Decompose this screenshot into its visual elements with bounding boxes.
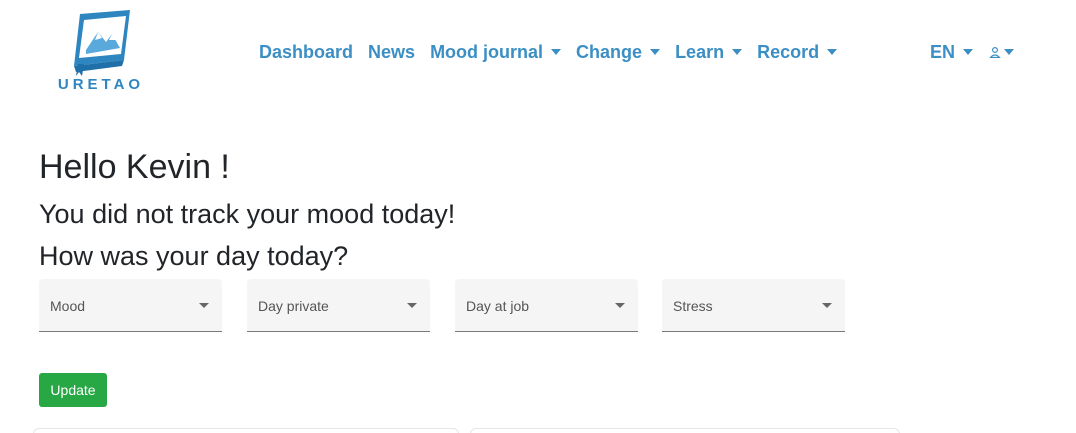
dropdown-arrow-icon (199, 303, 209, 308)
nav-item-label: Mood journal (430, 41, 544, 62)
nav-item-label: Change (576, 41, 643, 62)
user-menu[interactable] (989, 46, 1015, 58)
caret-down-icon (551, 49, 562, 55)
dropdown-arrow-icon (407, 303, 417, 308)
nav-item-label: Learn (675, 41, 725, 62)
brand-logo[interactable]: URETAO (56, 10, 146, 94)
mood-status-text: You did not track your mood today! (39, 199, 456, 229)
caret-down-icon (963, 49, 974, 55)
content-card (470, 428, 900, 433)
nav-item-label: Record (757, 41, 820, 62)
select-label: Day at job (466, 298, 530, 314)
nav-item-label: Dashboard (259, 41, 354, 62)
nav-item-news[interactable]: News (368, 42, 415, 63)
nav-item-change[interactable]: Change (576, 41, 661, 63)
nav-right: EN (930, 40, 1015, 64)
nav-item-record[interactable]: Record (757, 41, 838, 63)
nav-item-learn[interactable]: Learn (675, 41, 743, 63)
caret-down-icon (827, 49, 838, 55)
language-dropdown[interactable]: EN (930, 41, 974, 63)
nav-item-dashboard[interactable]: Dashboard (259, 42, 353, 63)
greeting-heading: Hello Kevin ! (39, 148, 230, 186)
select-label: Day private (258, 298, 329, 314)
caret-down-icon (1004, 49, 1015, 55)
day-at-job-select[interactable]: Day at job (455, 279, 638, 332)
main-nav: Dashboard News Mood journal Change Learn… (259, 40, 852, 64)
select-label: Mood (50, 298, 86, 314)
caret-down-icon (732, 49, 743, 55)
select-label: Stress (673, 298, 713, 314)
update-button[interactable]: Update (39, 373, 107, 407)
language-label: EN (930, 41, 956, 62)
day-private-select[interactable]: Day private (247, 279, 430, 332)
brand-name: URETAO (57, 76, 145, 93)
journal-book-icon (74, 10, 130, 76)
content-card (33, 428, 459, 433)
caret-down-icon (650, 49, 661, 55)
mood-select[interactable]: Mood (39, 279, 222, 332)
dropdown-arrow-icon (615, 303, 625, 308)
nav-item-label: News (368, 41, 416, 62)
dropdown-arrow-icon (822, 303, 832, 308)
stress-select[interactable]: Stress (662, 279, 845, 332)
navbar: URETAO Dashboard News Mood journal Chang… (0, 0, 1076, 100)
day-question-text: How was your day today? (39, 241, 349, 271)
user-icon (989, 46, 1001, 58)
nav-item-mood-journal[interactable]: Mood journal (430, 41, 562, 63)
